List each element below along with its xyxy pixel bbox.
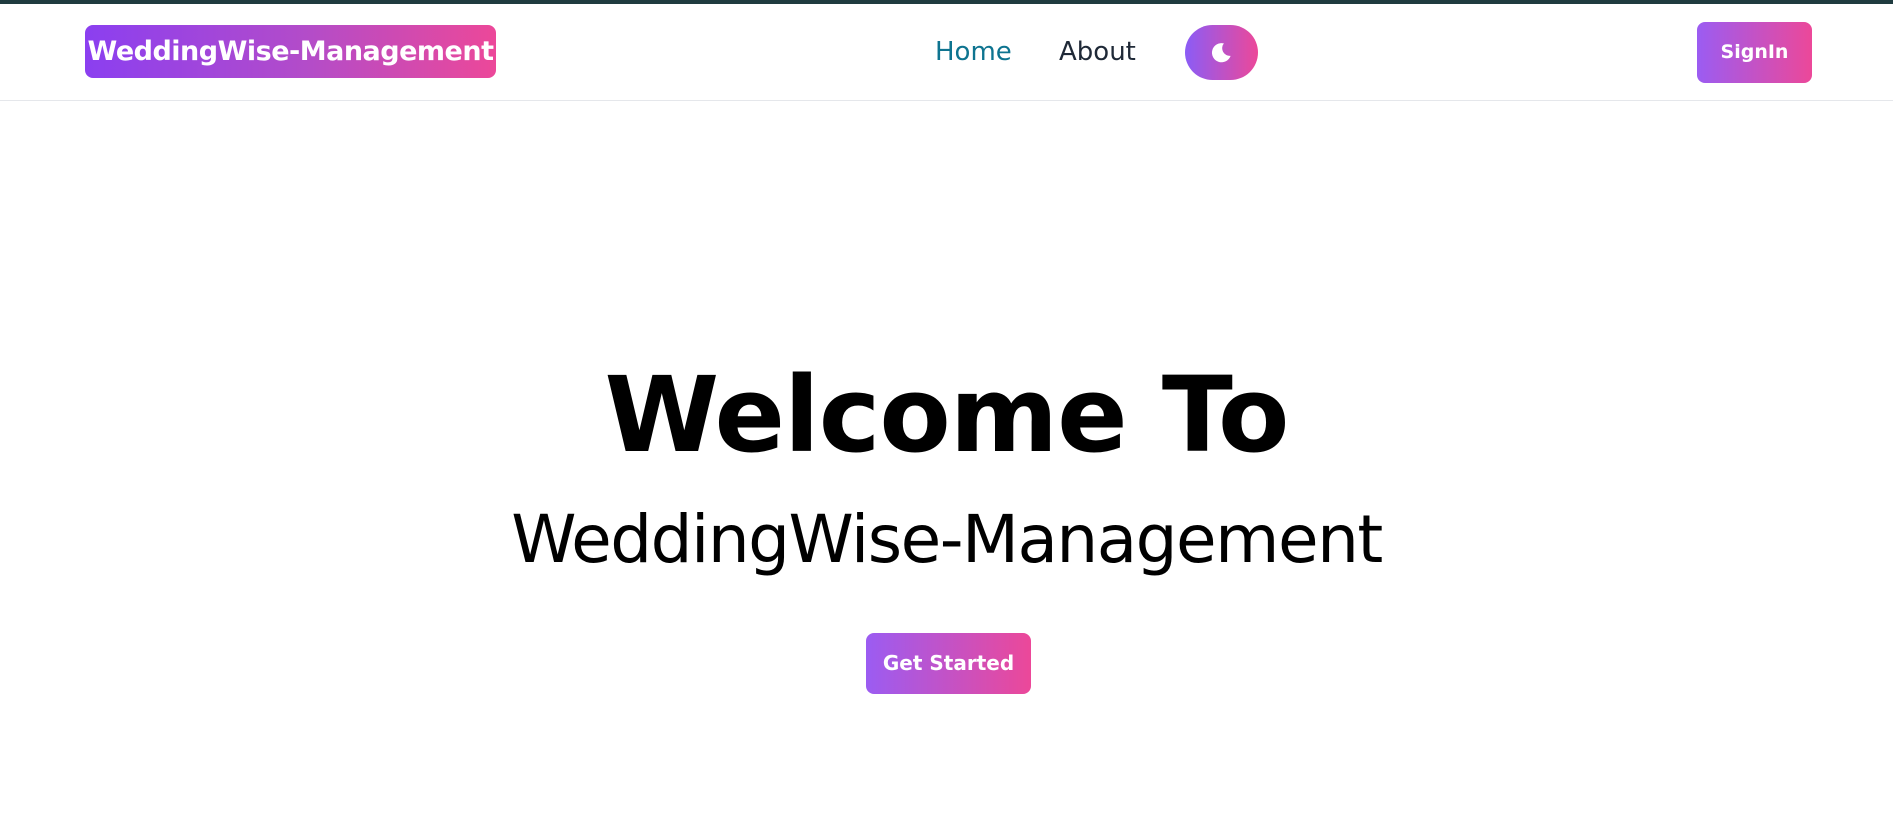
get-started-button[interactable]: Get Started: [866, 633, 1031, 694]
moon-icon: [1211, 43, 1231, 63]
nav-link-about[interactable]: About: [1059, 34, 1136, 70]
brand-logo[interactable]: WeddingWise-Management: [85, 25, 496, 78]
hero-subtitle: WeddingWise-Management: [511, 501, 1383, 578]
signin-button[interactable]: SignIn: [1697, 22, 1812, 83]
hero-title: Welcome To: [604, 354, 1290, 476]
hero-section: Welcome To WeddingWise-Management Get St…: [0, 101, 1893, 829]
nav-link-home[interactable]: Home: [935, 34, 1012, 70]
theme-toggle-button[interactable]: [1185, 25, 1258, 80]
navbar: WeddingWise-Management Home About SignIn: [0, 4, 1893, 101]
